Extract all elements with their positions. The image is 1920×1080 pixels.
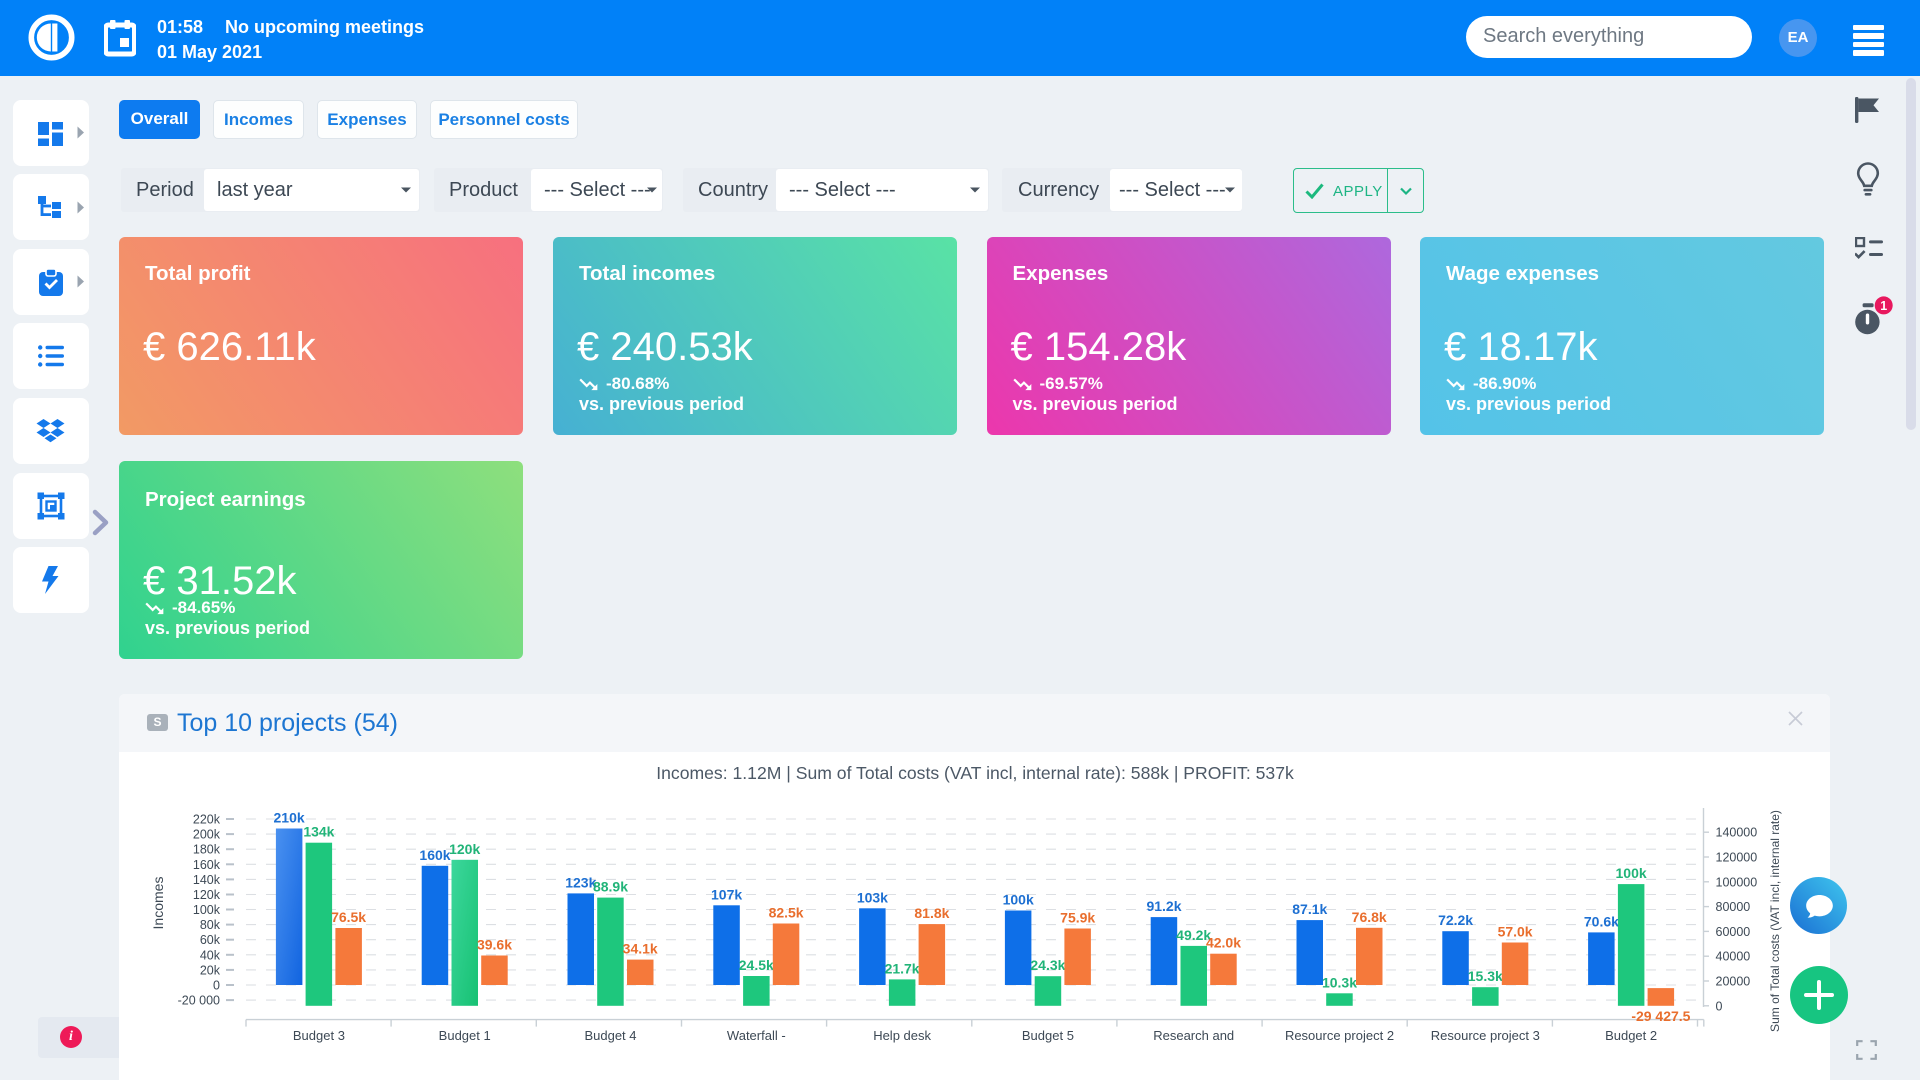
svg-text:210k: 210k [274,810,305,826]
svg-text:39.6k: 39.6k [477,937,512,953]
svg-text:160k: 160k [193,858,221,872]
svg-text:180k: 180k [193,843,221,857]
svg-text:120k: 120k [449,841,480,857]
svg-text:Budget 4: Budget 4 [584,1028,636,1043]
svg-text:72.2k: 72.2k [1438,912,1473,928]
svg-text:Budget 3: Budget 3 [293,1028,345,1043]
svg-text:Sum of Total costs (VAT incl,: Sum of Total costs (VAT incl, internal r… [1768,810,1782,1032]
svg-text:80k: 80k [200,918,221,932]
svg-text:87.1k: 87.1k [1292,901,1327,917]
svg-text:134k: 134k [303,824,334,840]
svg-text:80000: 80000 [1716,900,1751,914]
svg-text:Incomes: Incomes [150,877,166,930]
svg-text:120k: 120k [193,888,221,902]
svg-text:91.2k: 91.2k [1146,898,1181,914]
svg-text:120000: 120000 [1716,851,1758,865]
svg-text:24.3k: 24.3k [1030,957,1065,973]
svg-text:70.6k: 70.6k [1584,913,1619,929]
svg-text:60000: 60000 [1716,925,1751,939]
svg-text:Waterfall -: Waterfall - [727,1028,786,1043]
svg-text:20000: 20000 [1716,975,1751,989]
svg-text:-20 000: -20 000 [178,994,220,1008]
svg-text:160k: 160k [419,847,450,863]
svg-text:-29 427.5: -29 427.5 [1631,1008,1690,1024]
svg-text:0: 0 [213,979,220,993]
svg-text:140k: 140k [193,873,221,887]
svg-text:21.7k: 21.7k [885,960,920,976]
svg-text:76.8k: 76.8k [1352,909,1387,925]
svg-text:140000: 140000 [1716,826,1758,840]
svg-text:Research and: Research and [1153,1028,1234,1043]
svg-text:Budget 1: Budget 1 [439,1028,491,1043]
svg-text:57.0k: 57.0k [1498,924,1533,940]
svg-text:40000: 40000 [1716,950,1751,964]
svg-text:76.5k: 76.5k [331,909,366,925]
svg-text:123k: 123k [565,874,596,890]
svg-text:34.1k: 34.1k [623,941,658,957]
svg-text:75.9k: 75.9k [1060,910,1095,926]
svg-text:200k: 200k [193,828,221,842]
svg-text:81.8k: 81.8k [914,905,949,921]
svg-text:24.5k: 24.5k [739,957,774,973]
svg-text:Budget 2: Budget 2 [1605,1028,1657,1043]
svg-text:0: 0 [1716,999,1723,1013]
svg-text:60k: 60k [200,933,221,947]
svg-text:10.3k: 10.3k [1322,974,1357,990]
svg-text:88.9k: 88.9k [593,879,628,895]
svg-text:100000: 100000 [1716,875,1758,889]
svg-text:100k: 100k [1003,892,1034,908]
svg-text:Help desk: Help desk [873,1028,931,1043]
svg-text:40k: 40k [200,948,221,962]
svg-text:42.0k: 42.0k [1206,935,1241,951]
svg-text:107k: 107k [711,886,742,902]
svg-text:103k: 103k [857,889,888,905]
svg-text:Budget 5: Budget 5 [1022,1028,1074,1043]
svg-text:220k: 220k [193,813,221,827]
svg-text:Resource project 3: Resource project 3 [1431,1028,1540,1043]
svg-text:100k: 100k [193,903,221,917]
svg-text:Resource project 2: Resource project 2 [1285,1028,1394,1043]
svg-text:1: 1 [1880,299,1887,313]
svg-text:20k: 20k [200,963,221,977]
svg-text:82.5k: 82.5k [769,905,804,921]
svg-text:100k: 100k [1616,865,1647,881]
svg-text:15.3k: 15.3k [1468,968,1503,984]
